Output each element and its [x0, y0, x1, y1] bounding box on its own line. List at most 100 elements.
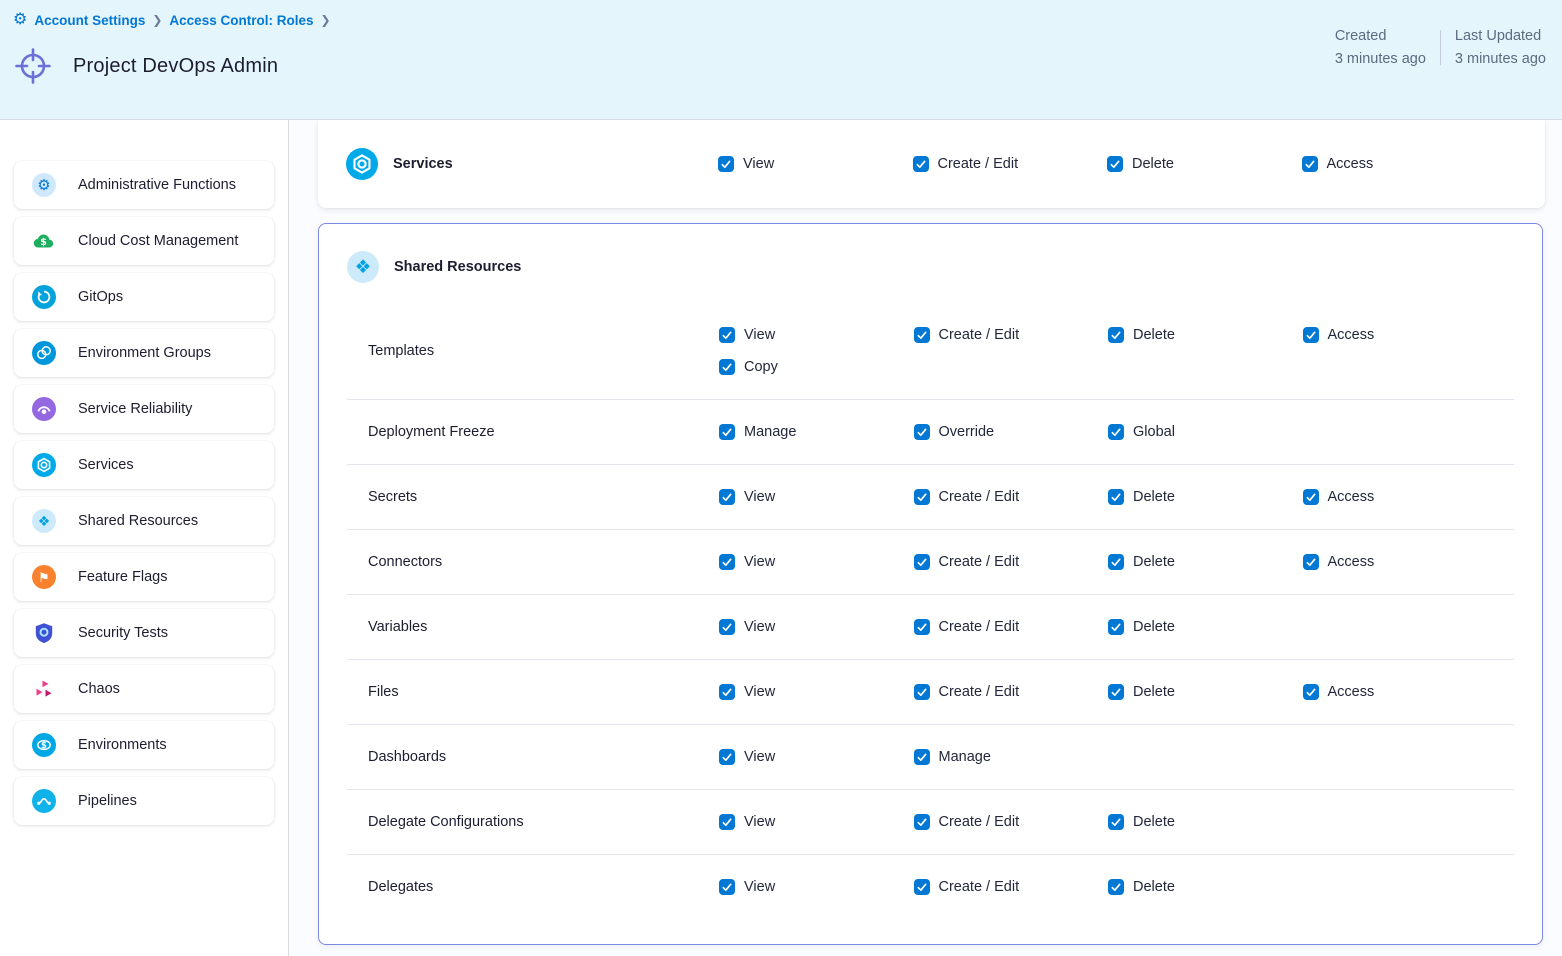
permission-label: Delete — [1133, 684, 1175, 700]
checkbox-view[interactable] — [719, 489, 735, 505]
sidebar-item-shared-resources[interactable]: ❖Shared Resources — [14, 497, 274, 545]
checkbox-create-edit[interactable] — [914, 619, 930, 635]
sidebar-item-feature-flags[interactable]: ⚑ Feature Flags — [14, 553, 274, 601]
checkbox-view[interactable] — [719, 879, 735, 895]
checkbox-delete[interactable] — [1107, 156, 1123, 172]
permission-override: Override — [914, 424, 1109, 440]
permission-label: Delete — [1133, 327, 1175, 343]
shared-resources-icon: ❖ — [32, 509, 56, 533]
permission-label: Access — [1328, 327, 1375, 343]
permission-line: ViewCreate / EditDelete — [719, 806, 1303, 838]
checkbox-access[interactable] — [1303, 327, 1319, 343]
permission-label: Create / Edit — [939, 684, 1020, 700]
permission-global: Global — [1108, 424, 1303, 440]
checkbox-delete[interactable] — [1108, 554, 1124, 570]
checkbox-delete[interactable] — [1108, 684, 1124, 700]
checkbox-create-edit[interactable] — [914, 489, 930, 505]
permission-label: View — [743, 156, 774, 172]
table-row-templates: TemplatesViewCreate / EditDeleteAccessCo… — [347, 303, 1514, 399]
gitops-icon — [32, 285, 56, 309]
checkbox-delete[interactable] — [1108, 879, 1124, 895]
checkbox-view[interactable] — [719, 749, 735, 765]
sidebar-item-administrative-functions[interactable]: ⚙Administrative Functions — [14, 161, 274, 209]
created-meta: Created 3 minutes ago — [1335, 28, 1426, 67]
checkbox-manage[interactable] — [719, 424, 735, 440]
sidebar-item-label: Environment Groups — [78, 345, 211, 361]
permission-line: ViewManage — [719, 741, 1108, 773]
table-row-variables: VariablesViewCreate / EditDelete — [347, 594, 1514, 659]
cloud-cost-icon: $ — [32, 229, 56, 253]
shared-resources-rows: TemplatesViewCreate / EditDeleteAccessCo… — [347, 303, 1514, 919]
sidebar-item-pipelines[interactable]: Pipelines — [14, 777, 274, 825]
permission-label: Delete — [1132, 156, 1174, 172]
checkbox-override[interactable] — [914, 424, 930, 440]
permission-line: ViewCreate / EditDeleteAccess — [719, 676, 1497, 708]
resource-permissions: ViewCreate / EditDelete — [719, 806, 1303, 838]
checkbox-delete[interactable] — [1108, 619, 1124, 635]
checkbox-access[interactable] — [1303, 554, 1319, 570]
checkbox-delete[interactable] — [1108, 489, 1124, 505]
resource-label: Secrets — [347, 489, 719, 505]
permission-label: Create / Edit — [939, 489, 1020, 505]
checkbox-view[interactable] — [719, 619, 735, 635]
sidebar-item-security-tests[interactable]: Security Tests — [14, 609, 274, 657]
checkbox-create-edit[interactable] — [914, 684, 930, 700]
shared-resources-permission-card: ❖ Shared Resources TemplatesViewCreate /… — [318, 223, 1543, 945]
sidebar-item-gitops[interactable]: GitOps — [14, 273, 274, 321]
resource-label: Variables — [347, 619, 719, 635]
table-row-deployment-freeze: Deployment FreezeManageOverrideGlobal — [347, 399, 1514, 464]
checkbox-create-edit[interactable] — [914, 814, 930, 830]
permission-label: Manage — [744, 424, 796, 440]
checkbox-access[interactable] — [1303, 489, 1319, 505]
permission-delete: Delete — [1108, 489, 1303, 505]
checkbox-view[interactable] — [719, 327, 735, 343]
resource-label: Delegate Configurations — [347, 814, 719, 830]
checkbox-copy[interactable] — [719, 359, 735, 375]
permission-label: Create / Edit — [938, 156, 1019, 172]
feature-flags-icon: ⚑ — [32, 565, 56, 589]
sidebar-item-environment-groups[interactable]: Environment Groups — [14, 329, 274, 377]
role-target-icon — [13, 46, 53, 86]
permission-access: Access — [1303, 554, 1498, 570]
permission-line: Manage OverrideGlobal — [719, 416, 1303, 448]
checkbox-create-edit[interactable] — [913, 156, 929, 172]
checkbox-view[interactable] — [719, 814, 735, 830]
sidebar-item-services[interactable]: Services — [14, 441, 274, 489]
permission-label: View — [744, 489, 775, 505]
resource-permissions: ViewManage — [719, 741, 1108, 773]
permission-view: View — [719, 489, 914, 505]
checkbox-delete[interactable] — [1108, 327, 1124, 343]
permission-label: View — [744, 814, 775, 830]
checkbox-delete[interactable] — [1108, 814, 1124, 830]
permission-view: View — [718, 156, 913, 172]
checkbox-view[interactable] — [718, 156, 734, 172]
breadcrumb-account-settings[interactable]: Account Settings — [34, 13, 145, 28]
resource-permissions: ViewCreate / EditDeleteAccessCopy — [719, 319, 1497, 383]
checkbox-global[interactable] — [1108, 424, 1124, 440]
permission-create-edit: Create / Edit — [914, 554, 1109, 570]
sidebar-item-service-reliability[interactable]: Service Reliability — [14, 385, 274, 433]
checkbox-access[interactable] — [1303, 684, 1319, 700]
permission-label: View — [744, 879, 775, 895]
checkbox-access[interactable] — [1302, 156, 1318, 172]
permission-delete: Delete — [1108, 814, 1303, 830]
permission-manage: Manage — [719, 424, 914, 440]
checkbox-view[interactable] — [719, 554, 735, 570]
checkbox-create-edit[interactable] — [914, 327, 930, 343]
sidebar-item-cloud-cost-management[interactable]: $Cloud Cost Management — [14, 217, 274, 265]
permission-line: ViewCreate / EditDeleteAccess — [719, 319, 1497, 351]
checkbox-view[interactable] — [719, 684, 735, 700]
checkbox-create-edit[interactable] — [914, 554, 930, 570]
resource-label: Dashboards — [347, 749, 719, 765]
sidebar-item-label: Services — [78, 457, 134, 473]
checkbox-create-edit[interactable] — [914, 879, 930, 895]
permission-line: ViewCreate / EditDelete — [719, 611, 1303, 643]
breadcrumb-access-control-roles[interactable]: Access Control: Roles — [169, 13, 313, 28]
admin-functions-icon: ⚙ — [32, 173, 56, 197]
checkbox-manage[interactable] — [914, 749, 930, 765]
permission-label: Delete — [1133, 619, 1175, 635]
permission-view: View — [719, 619, 914, 635]
sidebar-item-label: Feature Flags — [78, 569, 167, 585]
sidebar-item-chaos[interactable]: Chaos — [14, 665, 274, 713]
sidebar-item-environments[interactable]: $Environments — [14, 721, 274, 769]
